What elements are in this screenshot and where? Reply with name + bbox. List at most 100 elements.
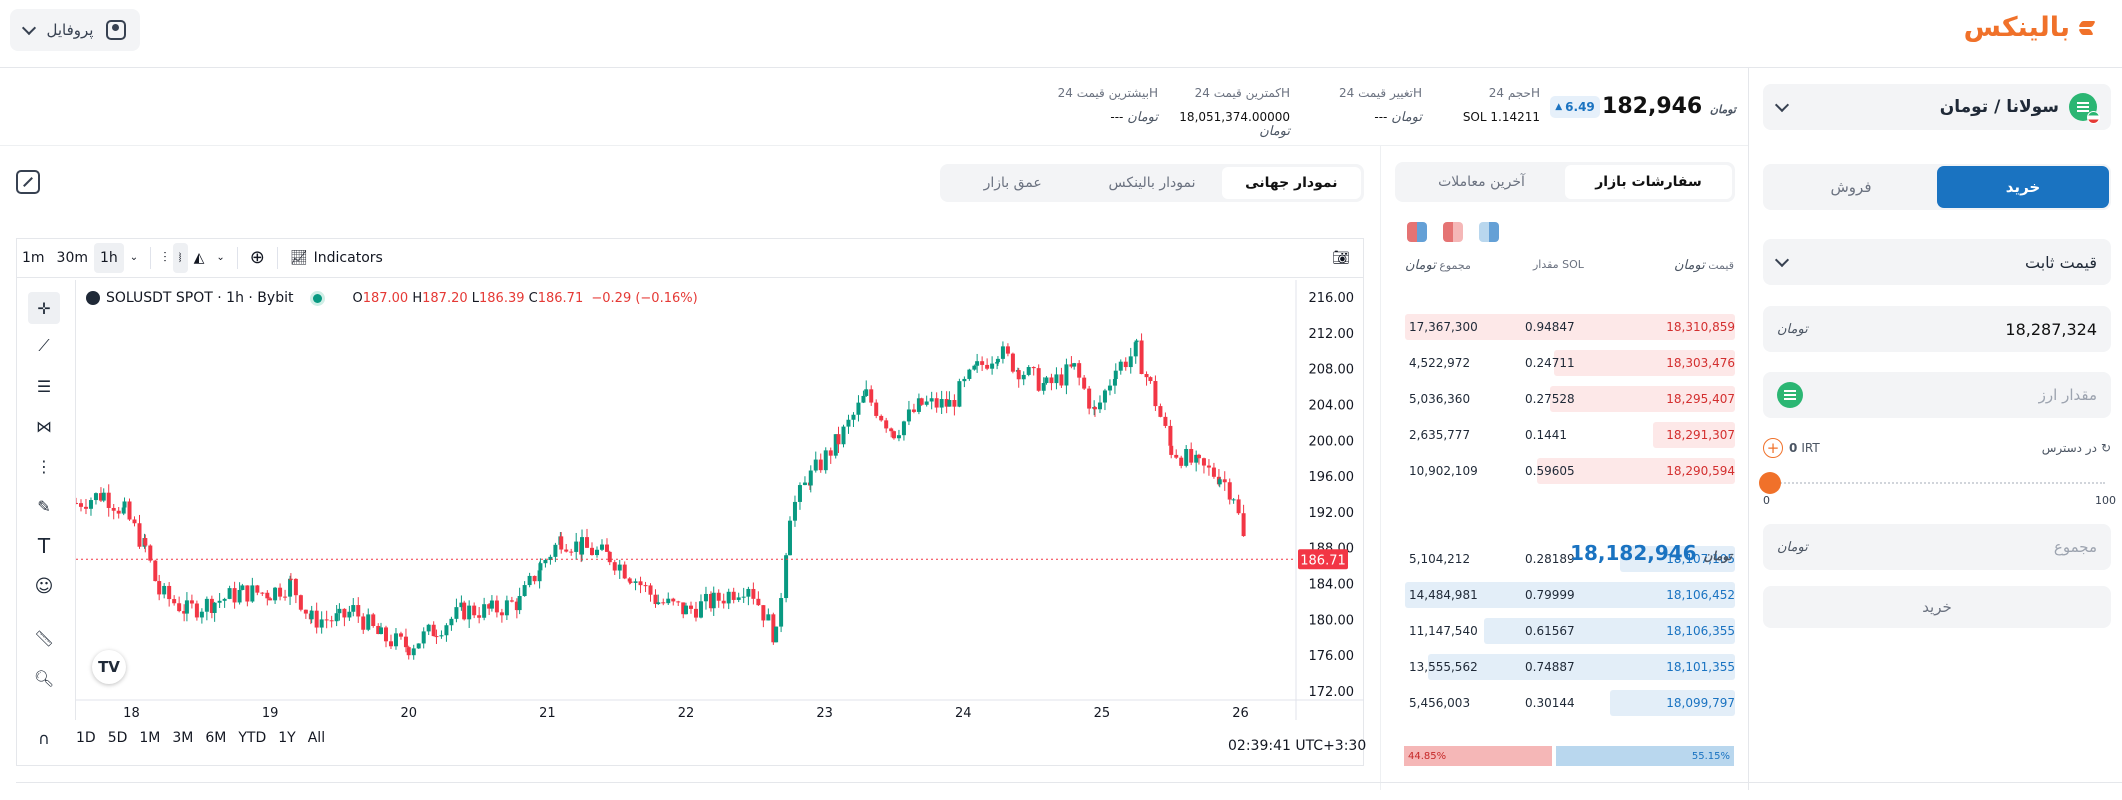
order-type-select[interactable]: قیمت ثابت — [1763, 239, 2111, 285]
row-amount: 0.79999 — [1525, 588, 1575, 602]
zoom-icon[interactable]: 🔍︎ — [28, 662, 60, 694]
range-1y[interactable]: 1Y — [278, 730, 295, 746]
candle-body — [622, 564, 627, 579]
amount-slider[interactable] — [1759, 472, 2105, 494]
chevron-down-icon[interactable]: ⌄ — [210, 243, 230, 273]
candle-body — [1134, 340, 1139, 343]
deposit-plus-icon[interactable]: + — [1763, 438, 1783, 458]
candle-body — [972, 365, 977, 370]
chevron-down-icon[interactable]: ⌄ — [124, 243, 144, 273]
range-6m[interactable]: 6M — [205, 730, 226, 746]
row-amount: 0.30144 — [1525, 696, 1575, 710]
candle-body — [527, 575, 532, 586]
candle-body — [1082, 377, 1087, 389]
tab-recent-trades[interactable]: آخرین معاملات — [1398, 165, 1565, 199]
pair-select[interactable]: سولانا / تومان — [1763, 84, 2111, 130]
tab-global-chart[interactable]: نمودار جهانی — [1221, 167, 1361, 199]
last-price-label: 186.71 — [1300, 553, 1346, 568]
bid-row[interactable]: 18,106,355 0.61567 11,147,540 — [1405, 616, 1735, 646]
total-input[interactable]: مجموع تومان — [1763, 524, 2111, 570]
magnet-icon[interactable]: ∩ — [28, 722, 60, 754]
interval-30m[interactable]: 30m — [51, 243, 94, 273]
candle-body — [975, 361, 980, 366]
indicators-button[interactable]: 📈︎ Indicators — [284, 243, 389, 273]
candle-body — [703, 593, 708, 602]
candle-body — [1158, 406, 1163, 417]
candle-body — [255, 585, 260, 593]
price-chart[interactable]: 216.00 212.00 208.00 204.00 200.00 196.00 192.… — [76, 280, 1364, 720]
profile-menu-button[interactable]: پروفایل — [10, 9, 140, 51]
range-ytd[interactable]: YTD — [238, 730, 266, 746]
interval-1m[interactable]: 1m — [16, 243, 51, 273]
price-input[interactable]: 18,287,324 تومان — [1763, 306, 2111, 352]
logo[interactable]: بالینکس — [1964, 12, 2094, 43]
text-icon[interactable]: T — [28, 530, 60, 562]
range-3m[interactable]: 3M — [172, 730, 193, 746]
chart-clock: 02:39:41 UTC+3:30 — [1228, 738, 1367, 754]
candle-body — [172, 599, 177, 604]
compare-plus-icon[interactable]: ⊕ — [244, 243, 271, 273]
prediction-icon[interactable]: ⋮ — [28, 450, 60, 482]
emoji-icon[interactable]: ☺ — [28, 570, 60, 602]
candle-body — [227, 588, 232, 599]
ask-row[interactable]: 18,290,594 0.59605 10,902,109 — [1405, 456, 1735, 486]
layout-buy-icon[interactable] — [1479, 222, 1499, 242]
candle-style-icon[interactable]: ⧘ — [172, 242, 188, 273]
candle-body — [522, 585, 527, 597]
candle-body — [538, 563, 543, 571]
ask-row[interactable]: 18,291,307 0.1441 2,635,777 — [1405, 420, 1735, 450]
trendline-icon[interactable]: ⟋ — [28, 330, 60, 362]
ask-row[interactable]: 18,303,476 0.24711 4,522,972 — [1405, 348, 1735, 378]
amount-input[interactable]: مقدار ارز — [1763, 372, 2111, 418]
range-5d[interactable]: 5D — [108, 730, 128, 746]
x-tick-label: 18 — [123, 706, 140, 720]
interval-1h[interactable]: 1h — [94, 242, 124, 273]
bid-row[interactable]: 18,099,797 0.30144 5,456,003 — [1405, 688, 1735, 718]
candle-body — [319, 619, 324, 628]
candle-body — [1054, 374, 1059, 384]
ask-row[interactable]: 18,295,407 0.27528 5,036,360 — [1405, 384, 1735, 414]
row-amount: 0.27528 — [1525, 392, 1575, 406]
bid-row[interactable]: 18,106,452 0.79999 14,484,981 — [1405, 580, 1735, 610]
tradingview-logo-icon[interactable]: TV — [92, 650, 126, 684]
ruler-icon[interactable]: 📏︎ — [28, 622, 60, 654]
tab-buy[interactable]: خرید — [1937, 166, 2109, 208]
refresh-icon[interactable]: ↻ — [2101, 441, 2111, 455]
brush-icon[interactable]: ✎ — [28, 490, 60, 522]
bid-row[interactable]: 18,101,355 0.74887 13,555,562 — [1405, 652, 1735, 682]
expand-icon[interactable] — [16, 170, 40, 194]
tab-market-orders[interactable]: سفارشات بازار — [1565, 165, 1732, 199]
range-1d[interactable]: 1D — [76, 730, 96, 746]
layout-both-icon[interactable] — [1407, 222, 1427, 242]
candle-body — [153, 560, 158, 582]
candle-body — [851, 414, 856, 420]
candle-body — [808, 470, 813, 486]
row-price: 18,099,797 — [1666, 696, 1735, 710]
pattern-icon[interactable]: ⋈ — [28, 410, 60, 442]
candle-body — [676, 601, 681, 603]
camera-icon[interactable]: 📷︎ — [1326, 243, 1356, 273]
horizontal-lines-icon[interactable]: ☰ — [28, 370, 60, 402]
tab-sell[interactable]: فروش — [1765, 166, 1937, 208]
tab-market-depth[interactable]: عمق بازار — [943, 167, 1082, 199]
bar-style-icon[interactable]: ⫶ — [157, 243, 173, 273]
candle-body — [731, 591, 736, 600]
row-amount: 0.61567 — [1525, 624, 1575, 638]
range-1m[interactable]: 1M — [139, 730, 160, 746]
layout-sell-icon[interactable] — [1443, 222, 1463, 242]
range-all[interactable]: All — [308, 730, 325, 746]
candle-body — [1016, 370, 1021, 380]
submit-buy-button[interactable]: خرید — [1763, 586, 2111, 628]
candle-body — [366, 614, 371, 630]
candle-body — [416, 643, 421, 649]
indicators-icon: 📈︎ — [289, 249, 308, 266]
ask-row[interactable]: 18,310,859 0.94847 17,367,300 — [1405, 312, 1735, 342]
candle-body — [444, 625, 449, 636]
candle-body — [962, 378, 967, 382]
y-tick-label: 212.00 — [1309, 327, 1355, 342]
tab-balinex-chart[interactable]: نمودار بالینکس — [1082, 167, 1221, 199]
slider-handle[interactable] — [1759, 472, 1781, 494]
y-tick-label: 180.00 — [1309, 613, 1355, 628]
crosshair-icon[interactable]: ✛ — [28, 292, 60, 324]
area-style-icon[interactable]: ◭ — [188, 243, 211, 273]
